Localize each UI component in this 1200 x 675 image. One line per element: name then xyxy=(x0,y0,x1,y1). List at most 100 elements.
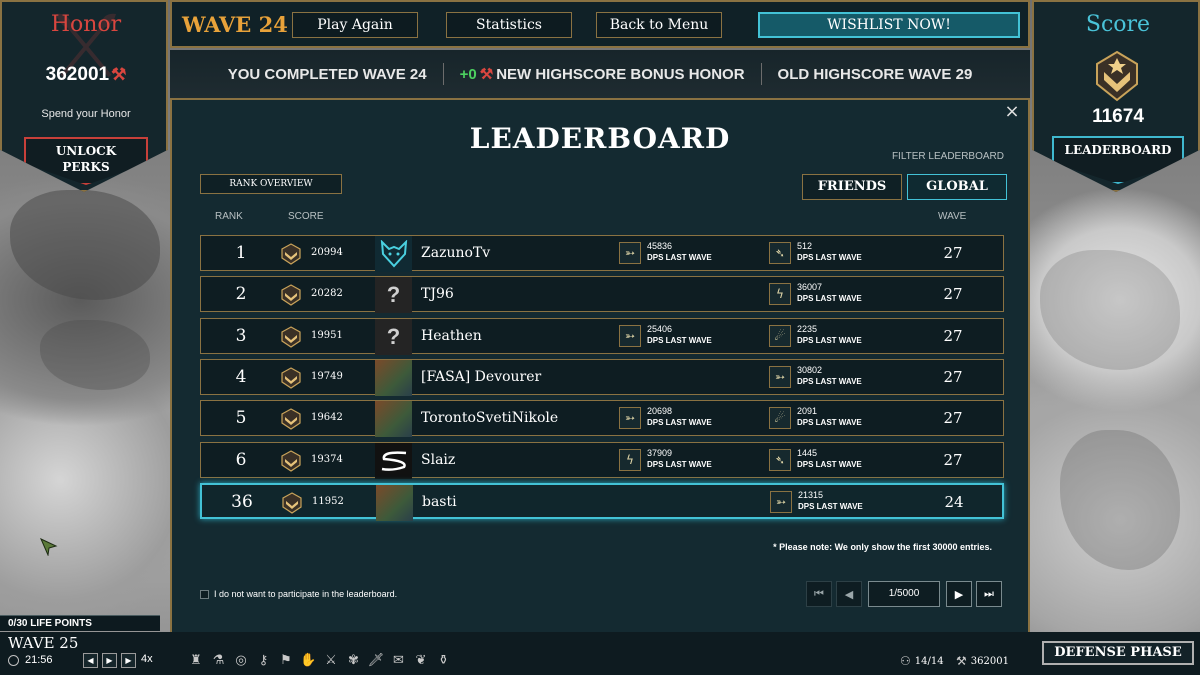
mouse-cursor-icon xyxy=(40,538,58,556)
close-icon[interactable]: × xyxy=(1002,102,1022,122)
score-value: 19749 xyxy=(311,370,343,382)
leaderboard-row[interactable]: 1 20994 ZazunoTv ➳ 45836 DPS LAST WAVE ➴ … xyxy=(200,235,1004,272)
crossed-axes-icon: ⚒ xyxy=(111,65,127,84)
spend-honor-label: Spend your Honor xyxy=(41,108,131,120)
potion-icon[interactable]: ⚱ xyxy=(434,651,454,671)
last-page-icon[interactable]: ⏭ xyxy=(976,581,1002,607)
player-name: basti xyxy=(422,493,457,510)
sword-icon[interactable]: 🗡 xyxy=(366,651,386,671)
next-wave-label: WAVE 25 xyxy=(8,634,79,652)
optout-row[interactable]: I do not want to participate in the lead… xyxy=(200,589,397,599)
s-logo-avatar-icon xyxy=(381,450,406,471)
play-icon[interactable]: ▶ xyxy=(102,653,117,668)
honor-value-row: 362001 ⚒ xyxy=(2,64,168,86)
flask-icon[interactable]: ⚗ xyxy=(209,651,229,671)
rank-value: 3 xyxy=(235,325,247,346)
banner-icon[interactable]: ⚑ xyxy=(276,651,296,671)
play-again-button[interactable]: Play Again xyxy=(292,12,418,38)
score-value: 20282 xyxy=(311,288,343,300)
back-to-menu-button[interactable]: Back to Menu xyxy=(596,12,722,38)
score-column-header: SCORE xyxy=(288,211,324,222)
wave-value: 27 xyxy=(943,285,963,304)
score-value: 19374 xyxy=(311,453,343,465)
score-value: 19642 xyxy=(311,412,343,424)
wolf-avatar-icon xyxy=(380,240,407,268)
key-icon[interactable]: ⚷ xyxy=(254,651,274,671)
dps-value: 512 xyxy=(797,241,813,251)
leaderboard-row[interactable]: 4 19749 [FASA] Devourer ➳ 30802 DPS LAST … xyxy=(200,358,1004,396)
honor-value: 362001 xyxy=(45,64,110,85)
divider xyxy=(760,63,762,85)
gauntlet-icon[interactable]: ✋ xyxy=(299,651,319,671)
dps-label: DPS LAST WAVE xyxy=(797,294,862,304)
dps-value: 37909 xyxy=(647,447,673,458)
arrow-tower-icon: ➳ xyxy=(619,242,641,264)
wave-column-header: WAVE xyxy=(938,211,967,222)
score-title: Score xyxy=(1085,12,1151,37)
dps-label: DPS LAST WAVE xyxy=(647,335,712,345)
speed-value: 4x xyxy=(141,653,153,665)
leaderboard-row[interactable]: 5 19642 TorontoSvetiNikole ➳ 20698 DPS LA… xyxy=(200,400,1004,438)
next-page-icon[interactable]: ▶ xyxy=(946,581,972,607)
leaderboard-row[interactable]: 2 20282? TJ96 ϟ 36007 DPS LAST WAVE 27 xyxy=(200,276,1004,314)
leaderboard-modal: × LEADERBOARD FILTER LEADERBOARD RANK OV… xyxy=(170,98,1030,634)
rank-badge-icon xyxy=(281,367,301,389)
dps-label: DPS LAST WAVE xyxy=(647,418,712,428)
speed-up-icon[interactable]: ▶ xyxy=(121,653,136,668)
dps-value: 2235 xyxy=(797,323,818,334)
rank-badge-icon xyxy=(281,449,301,472)
dps-value: 36007 xyxy=(797,282,823,293)
optout-checkbox[interactable] xyxy=(200,589,209,599)
leaderboard-row-current-player[interactable]: 36 11952 basti ➳ 21315 DPS LAST WAVE 24 xyxy=(200,482,1004,521)
filter-friends-button[interactable]: FRIENDS xyxy=(802,174,902,200)
wave-value: 27 xyxy=(943,326,963,345)
first-page-icon[interactable]: ⏮ xyxy=(806,581,832,607)
prev-page-icon[interactable]: ◀ xyxy=(836,581,862,607)
bonus-honor-amount: +0 xyxy=(459,65,477,83)
score-value: 20994 xyxy=(311,247,343,258)
scroll-icon[interactable]: ✉ xyxy=(389,651,409,671)
rank-badge-icon xyxy=(281,325,301,348)
dps-value: 30802 xyxy=(797,364,823,375)
life-points-label: 0/30 LIFE POINTS xyxy=(0,615,160,631)
fireball-tower-icon: ☄ xyxy=(769,407,791,430)
speed-down-icon[interactable]: ◀ xyxy=(83,653,98,668)
rank-value: 36 xyxy=(231,491,253,512)
wishlist-now-button[interactable]: WISHLIST NOW! xyxy=(758,12,1020,38)
tower-build-icon[interactable]: ♜ xyxy=(186,651,206,671)
spear-icon[interactable]: ⚔ xyxy=(321,651,341,671)
shield-round-icon[interactable]: ◎ xyxy=(231,651,251,671)
filter-global-button[interactable]: GLOBAL xyxy=(907,174,1007,200)
leaderboard-row[interactable]: 3 19951? Heathen ➳ 25406 DPS LAST WAVE ☄ … xyxy=(200,317,1004,355)
rank-overview-button[interactable]: RANK OVERVIEW xyxy=(200,174,342,194)
dps-value: 25406 xyxy=(647,323,673,334)
timer-value: 21:56 xyxy=(25,654,53,666)
paw-icon[interactable]: ✾ xyxy=(344,651,364,671)
leaderboard-row[interactable]: 6 19374 Slaiz ϟ 37909 DPS LAST WAVE ➴ 144… xyxy=(200,441,1004,479)
player-avatar: ? xyxy=(375,318,412,355)
population-counter: ⚇ 14/14 xyxy=(900,654,944,668)
dps-label: DPS LAST WAVE xyxy=(797,253,862,262)
current-wave-label: WAVE 24 xyxy=(182,12,288,37)
wave-value: 27 xyxy=(943,367,963,386)
dps-value: 20698 xyxy=(647,406,673,417)
player-name: TJ96 xyxy=(421,286,454,303)
score-value: 11674 xyxy=(1092,106,1144,127)
player-avatar xyxy=(375,236,412,272)
bonus-honor-label: NEW HIGHSCORE BONUS HONOR xyxy=(496,65,745,83)
defense-phase-button[interactable]: DEFENSE PHASE xyxy=(1042,641,1194,665)
entries-note: * Please note: We only show the first 30… xyxy=(773,542,992,552)
spear-tower-icon: ➴ xyxy=(769,242,791,264)
page-indicator: 1/5000 xyxy=(868,581,940,607)
dps-label: DPS LAST WAVE xyxy=(647,253,712,262)
honor-title: Honor xyxy=(50,12,122,37)
crossed-axes-icon: ⚒ xyxy=(479,66,494,83)
dps-label: DPS LAST WAVE xyxy=(797,459,862,469)
statistics-button[interactable]: Statistics xyxy=(446,12,572,38)
hud-honor-value: 362001 xyxy=(970,655,1009,667)
rank-value: 2 xyxy=(235,284,247,305)
player-avatar: ? xyxy=(375,277,412,314)
old-highscore-text: OLD HIGHSCORE WAVE 29 xyxy=(777,65,973,83)
wing-icon[interactable]: ❦ xyxy=(411,651,431,671)
wave-completed-text: YOU COMPLETED WAVE 24 xyxy=(227,65,427,83)
